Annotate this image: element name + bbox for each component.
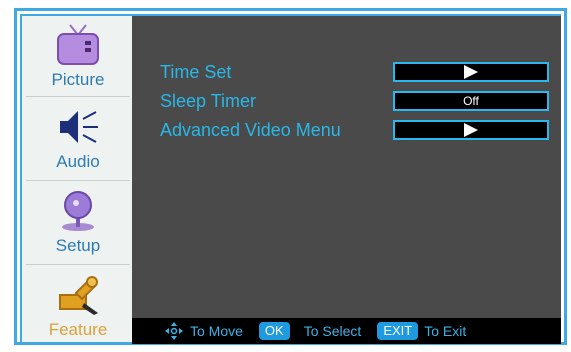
sleep-timer-value-text: Off — [463, 94, 479, 108]
sidebar: Picture Audio Setup Feature — [20, 16, 134, 342]
menu-row-label: Sleep Timer — [160, 91, 257, 111]
menu-row-label: Time Set — [160, 62, 232, 82]
sidebar-item-setup[interactable]: Setup — [22, 182, 134, 262]
sidebar-divider — [26, 180, 130, 181]
sidebar-item-label: Setup — [55, 236, 101, 255]
hint-move-text: To Move — [190, 323, 243, 339]
sidebar-item-label: Picture — [51, 70, 105, 89]
setup-icon — [52, 188, 104, 234]
right-arrow-icon — [464, 65, 478, 79]
right-arrow-icon — [464, 123, 478, 137]
sidebar-divider — [26, 96, 130, 97]
tv-icon — [52, 22, 104, 68]
sidebar-item-picture[interactable]: Picture — [22, 16, 134, 96]
advanced-video-menu-value[interactable] — [393, 120, 549, 140]
hint-bar: To Move OK To Select EXIT To Exit — [132, 318, 561, 344]
time-set-value[interactable] — [393, 62, 549, 82]
sidebar-item-feature[interactable]: Feature — [22, 266, 134, 346]
ok-key-badge: OK — [258, 322, 290, 340]
menu-row-label: Advanced Video Menu — [160, 120, 341, 140]
hint-select-text: To Select — [303, 323, 362, 339]
sleep-timer-value[interactable]: Off — [393, 91, 549, 111]
main-panel: Time Set Sleep Timer Off Advanced Video … — [132, 16, 561, 318]
sidebar-item-audio[interactable]: Audio — [22, 98, 134, 178]
tools-icon — [52, 272, 104, 318]
menu-row-advanced-video-menu[interactable]: Advanced Video Menu — [160, 118, 341, 142]
sidebar-item-label: Feature — [48, 320, 108, 339]
menu-row-sleep-timer[interactable]: Sleep Timer — [160, 89, 256, 113]
menu-row-time-set[interactable]: Time Set — [160, 60, 231, 84]
exit-key-badge: EXIT — [377, 322, 419, 340]
speaker-icon — [52, 104, 104, 150]
move-arrows-icon — [164, 321, 184, 341]
hint-exit-text: To Exit — [424, 323, 467, 339]
sidebar-divider — [26, 264, 130, 265]
sidebar-item-label: Audio — [56, 152, 100, 171]
